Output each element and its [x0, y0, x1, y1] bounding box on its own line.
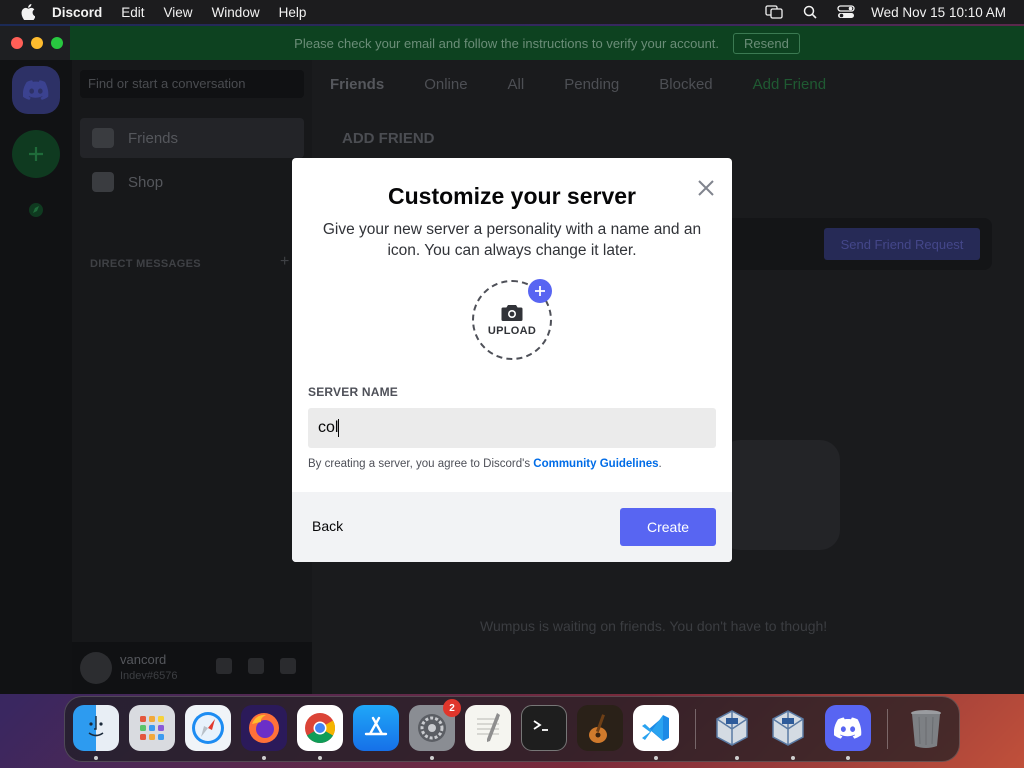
friends-icon	[92, 128, 114, 148]
dock-separator	[695, 709, 696, 749]
username: vancord	[120, 652, 167, 667]
minimize-window-button[interactable]	[31, 37, 43, 49]
sidebar-item-shop[interactable]: Shop	[80, 162, 304, 202]
dm-sidebar: Find or start a conversation Friends Sho…	[72, 60, 312, 694]
shop-icon	[92, 172, 114, 192]
apple-icon[interactable]	[18, 2, 38, 22]
tab-all[interactable]: All	[508, 76, 525, 93]
menu-window[interactable]: Window	[212, 5, 260, 20]
banner-text: Please check your email and follow the i…	[294, 35, 720, 51]
running-indicator	[846, 756, 850, 760]
upload-label: UPLOAD	[487, 324, 537, 337]
community-guidelines-link[interactable]: Community Guidelines	[533, 458, 658, 470]
zoom-window-button[interactable]	[51, 37, 63, 49]
create-dm-icon[interactable]: +	[280, 253, 289, 271]
menu-edit[interactable]: Edit	[121, 5, 144, 20]
firefox-icon[interactable]	[241, 705, 287, 751]
garageband-icon[interactable]	[577, 705, 623, 751]
modal-title: Customize your server	[388, 183, 636, 209]
tab-add-friend[interactable]: Add Friend	[753, 76, 826, 93]
mute-icon[interactable]	[216, 658, 232, 674]
server-name-label: SERVER NAME	[308, 385, 398, 399]
modal-footer: Back Create	[292, 492, 732, 562]
spotlight-search-icon[interactable]	[801, 5, 819, 19]
terms-prefix: By creating a server, you agree to Disco…	[308, 458, 534, 470]
safari-icon[interactable]	[185, 705, 231, 751]
launchpad-icon[interactable]	[129, 705, 175, 751]
chrome-icon[interactable]	[297, 705, 343, 751]
running-indicator	[430, 756, 434, 760]
terminal-icon[interactable]	[521, 705, 567, 751]
upload-icon-button[interactable]: UPLOAD	[472, 279, 552, 360]
tab-online[interactable]: Online	[424, 76, 467, 93]
screen-mirroring-icon[interactable]	[765, 5, 783, 19]
add-icon	[528, 279, 552, 303]
settings-icon[interactable]: 2	[409, 699, 461, 751]
empty-state-text: Wumpus is waiting on friends. You don't …	[480, 618, 828, 634]
virtualbox-vm-icon[interactable]	[765, 705, 811, 751]
running-indicator	[791, 756, 795, 760]
menu-app-name[interactable]: Discord	[52, 5, 102, 20]
wumpus-illustration	[720, 440, 840, 550]
add-server-button[interactable]	[12, 130, 60, 178]
customize-server-modal: Customize your server Give your new serv…	[292, 158, 732, 562]
back-button[interactable]: Back	[312, 518, 343, 534]
user-panel: vancord Indev#6576	[72, 642, 312, 694]
finder-icon[interactable]	[73, 705, 119, 751]
dock: 2	[64, 696, 960, 762]
avatar[interactable]	[80, 652, 112, 684]
gear-icon[interactable]	[280, 658, 296, 674]
terms-suffix: .	[658, 458, 662, 470]
notification-badge: 2	[443, 699, 461, 717]
app-store-icon[interactable]	[353, 705, 399, 751]
header-title: Friends	[330, 75, 385, 93]
compass-icon	[29, 203, 43, 217]
friends-header: Friends Online All Pending Blocked Add F…	[312, 60, 1024, 108]
running-indicator	[735, 756, 739, 760]
menu-help[interactable]: Help	[279, 5, 307, 20]
trash-icon[interactable]	[903, 705, 949, 751]
send-friend-request-button[interactable]: Send Friend Request	[824, 228, 980, 260]
virtualbox-icon[interactable]	[709, 705, 755, 751]
tab-blocked[interactable]: Blocked	[659, 76, 712, 93]
modal-subtitle: Give your new server a personality with …	[322, 221, 702, 259]
dock-separator	[887, 709, 888, 749]
textedit-icon[interactable]	[465, 705, 511, 751]
menu-view[interactable]: View	[164, 5, 193, 20]
home-button[interactable]	[12, 66, 60, 114]
headphones-icon[interactable]	[248, 658, 264, 674]
server-rail	[0, 60, 72, 694]
resend-button[interactable]: Resend	[733, 32, 800, 54]
direct-messages-heading: DIRECT MESSAGES	[90, 258, 201, 270]
camera-icon	[501, 304, 523, 321]
discord-icon[interactable]	[825, 705, 871, 751]
close-window-button[interactable]	[11, 37, 23, 49]
menu-clock[interactable]: Wed Nov 15 10:10 AM	[871, 5, 1006, 20]
verify-email-banner: Please check your email and follow the i…	[70, 26, 1024, 60]
tab-pending[interactable]: Pending	[564, 76, 619, 93]
menu-bar: Discord Edit View Window Help Wed Nov 15…	[0, 0, 1024, 24]
vscode-icon[interactable]	[633, 705, 679, 751]
running-indicator	[318, 756, 322, 760]
running-indicator	[262, 756, 266, 760]
text-caret	[338, 419, 339, 437]
create-button[interactable]: Create	[620, 508, 716, 546]
control-center-icon[interactable]	[837, 5, 855, 19]
sidebar-item-label: Shop	[128, 173, 164, 191]
user-tag: Indev#6576	[120, 670, 178, 682]
plus-icon	[29, 147, 43, 161]
window-controls	[11, 37, 63, 49]
running-indicator	[94, 756, 98, 760]
server-name-input[interactable]	[308, 408, 716, 448]
discord-logo-icon	[23, 80, 49, 100]
running-indicator	[654, 756, 658, 760]
discover-button[interactable]	[12, 186, 60, 234]
conversation-search[interactable]: Find or start a conversation	[80, 70, 304, 98]
sidebar-item-friends[interactable]: Friends	[80, 118, 304, 158]
sidebar-item-label: Friends	[128, 129, 179, 147]
terms-text: By creating a server, you agree to Disco…	[308, 458, 662, 470]
add-friend-title: ADD FRIEND	[342, 130, 435, 147]
